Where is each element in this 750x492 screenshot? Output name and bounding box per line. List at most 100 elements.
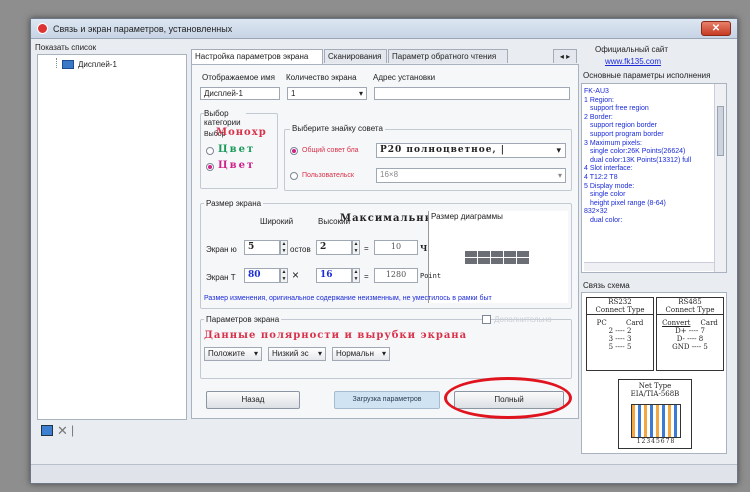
conn-header: Связь схема [583, 281, 630, 290]
color-radio[interactable] [206, 147, 214, 155]
info-line: support region border [590, 122, 657, 130]
screen-count-select[interactable]: 1 ▾ [287, 87, 367, 100]
rs485-row: GND ---- 5 [672, 343, 708, 351]
info-line: FK-AU3 [584, 88, 609, 95]
row1-unit: остов [290, 245, 311, 254]
rs232-col-card: Card [626, 319, 644, 327]
full-color-radio[interactable] [206, 163, 214, 171]
row2-equals: = [364, 272, 369, 281]
load-params-button[interactable]: Загрузка параметров [334, 391, 440, 409]
rs485-row: D+ ---- 7 [675, 327, 705, 335]
row1-height-spinner[interactable]: ▲ ▼ [352, 240, 360, 255]
site-link[interactable]: www.fk135.com [605, 57, 661, 66]
rs232-row: 3 ---- 3 [608, 335, 632, 343]
info-line: 4 Slot interface: [584, 165, 633, 173]
common-board-select[interactable]: P20 полноцветное, | ▾ [376, 143, 566, 158]
row2-width-spinner[interactable]: ▲ ▼ [280, 268, 288, 283]
tab-screen-settings[interactable]: Настройка параметров экрана [191, 49, 323, 64]
display-name-input[interactable]: Дисплей-1 [200, 87, 280, 100]
polarity-dropdown-3[interactable]: Нормальн ▾ [332, 347, 390, 361]
polarity-dropdown-2[interactable]: Низкий эс ▾ [268, 347, 326, 361]
net-box: Net Type EIA/TIA-568B 12345678 [618, 379, 692, 449]
color-type-label: Выбор категории [204, 109, 246, 127]
monitor-icon [62, 60, 74, 69]
address-label: Адрес установки [373, 73, 436, 82]
row1-label: Экран ю [206, 245, 237, 254]
rs232-title: RS232 [608, 298, 632, 306]
net-pins: 12345678 [631, 438, 681, 445]
common-board-radio[interactable] [290, 147, 298, 155]
title-bar[interactable]: Связь и экран параметров, установленных … [31, 19, 737, 39]
info-scrollbar[interactable] [714, 84, 726, 272]
chevron-down-icon: ▾ [557, 171, 562, 180]
row1-equals: = [364, 244, 369, 253]
chevron-down-icon: ▾ [358, 89, 363, 98]
site-label: Официальный сайт [595, 45, 669, 54]
mono-option-label[interactable]: Монохр [216, 127, 267, 138]
screen-count-label: Количество экрана [286, 73, 357, 82]
params-header: Параметров экрана [204, 315, 282, 324]
chevron-down-icon: ▾ [317, 349, 322, 358]
advanced-checkbox[interactable] [482, 315, 491, 324]
dropdown-2-value: Низкий эс [272, 349, 309, 358]
tree-item-display-1[interactable]: Дисплей-1 [78, 60, 117, 69]
add-icon[interactable] [41, 425, 53, 436]
polarity-dropdown-1[interactable]: Положите ▾ [204, 347, 262, 361]
info-line: 832×32 [584, 208, 608, 216]
dialog-window: Связь и экран параметров, установленных … [30, 18, 738, 484]
display-tree[interactable]: Дисплей-1 [37, 54, 187, 420]
chevron-down-icon: ▾ [381, 349, 386, 358]
row2-height-input[interactable]: 16 [316, 268, 352, 283]
info-box[interactable]: FK-AU3 1 Region: support free region 2 Bord… [581, 83, 727, 273]
highlight-circle [444, 377, 572, 419]
delete-icon[interactable]: ✕ [57, 423, 68, 439]
user-board-label: Пользовательск [302, 172, 354, 179]
row2-times: × [292, 268, 300, 282]
screen-count-value: 1 [291, 89, 296, 98]
rs485-col-convert: Convert [662, 319, 691, 327]
row1-suffix: Ч [420, 243, 428, 253]
tab-scanning[interactable]: Сканирования [324, 49, 387, 63]
chart-size-label: Размер диаграммы [431, 212, 503, 221]
polarity-title: Данные полярности и вырубки экрана [204, 330, 468, 341]
rs485-row: D- ---- 8 [676, 335, 704, 343]
row1-height-input[interactable]: 2 [316, 240, 352, 255]
info-line: height pixel range (8-64) [590, 199, 666, 207]
user-board-value: 16×8 [380, 170, 399, 179]
rs485-box: RS485 Connect Type Convert Card D+ ---- 7… [656, 297, 724, 371]
scroll-thumb[interactable] [717, 106, 724, 156]
row1-width-spinner[interactable]: ▲ ▼ [280, 240, 288, 255]
info-line: single color [590, 191, 626, 199]
color-option-label[interactable]: Цвет [218, 144, 255, 155]
net-title: Net Type [638, 382, 672, 390]
dropdown-3-value: Нормальн [336, 349, 374, 358]
app-icon [37, 23, 48, 34]
advanced-label: Дополнительно [494, 315, 552, 324]
address-input[interactable] [374, 87, 570, 100]
info-line: support program border [590, 130, 664, 138]
status-bar [31, 464, 737, 483]
row2-height-spinner[interactable]: ▲ ▼ [352, 268, 360, 283]
user-board-select[interactable]: 16×8 ▾ [376, 168, 566, 183]
info-line: single color:26K Points(26624) [590, 148, 686, 156]
full-color-option-label[interactable]: Цвет [218, 160, 255, 171]
user-board-radio[interactable] [290, 172, 298, 180]
common-board-label: Общий совет бла [302, 147, 359, 154]
display-name-label: Отображаемое имя [202, 73, 275, 82]
back-button[interactable]: Назад [206, 391, 300, 409]
size-note: Размер изменения, оригинальное содержани… [204, 295, 492, 302]
info-lines: FK-AU3 1 Region: support free region 2 Bord… [584, 88, 714, 226]
tab-scroll-arrows[interactable]: ◂ ▸ [553, 49, 577, 63]
tab-readback[interactable]: Параметр обратного чтения [388, 49, 508, 63]
rs232-row: 5 ---- 5 [608, 343, 632, 351]
net-subtitle: EIA/TIA-568B [630, 390, 680, 398]
row2-suffix: Point [420, 272, 442, 280]
connection-diagram: RS232 Connect Type PC Card 2 ---- 2 3 ---… [581, 292, 727, 454]
row2-width-input[interactable]: 80 [244, 268, 280, 283]
preview-grid [465, 251, 529, 264]
rs232-row: 2 ---- 2 [608, 327, 632, 335]
width-label: Широкий [260, 217, 294, 226]
row1-width-input[interactable]: 5 [244, 240, 280, 255]
info-hscrollbar[interactable] [584, 262, 714, 271]
close-button[interactable]: ✕ [701, 21, 731, 36]
